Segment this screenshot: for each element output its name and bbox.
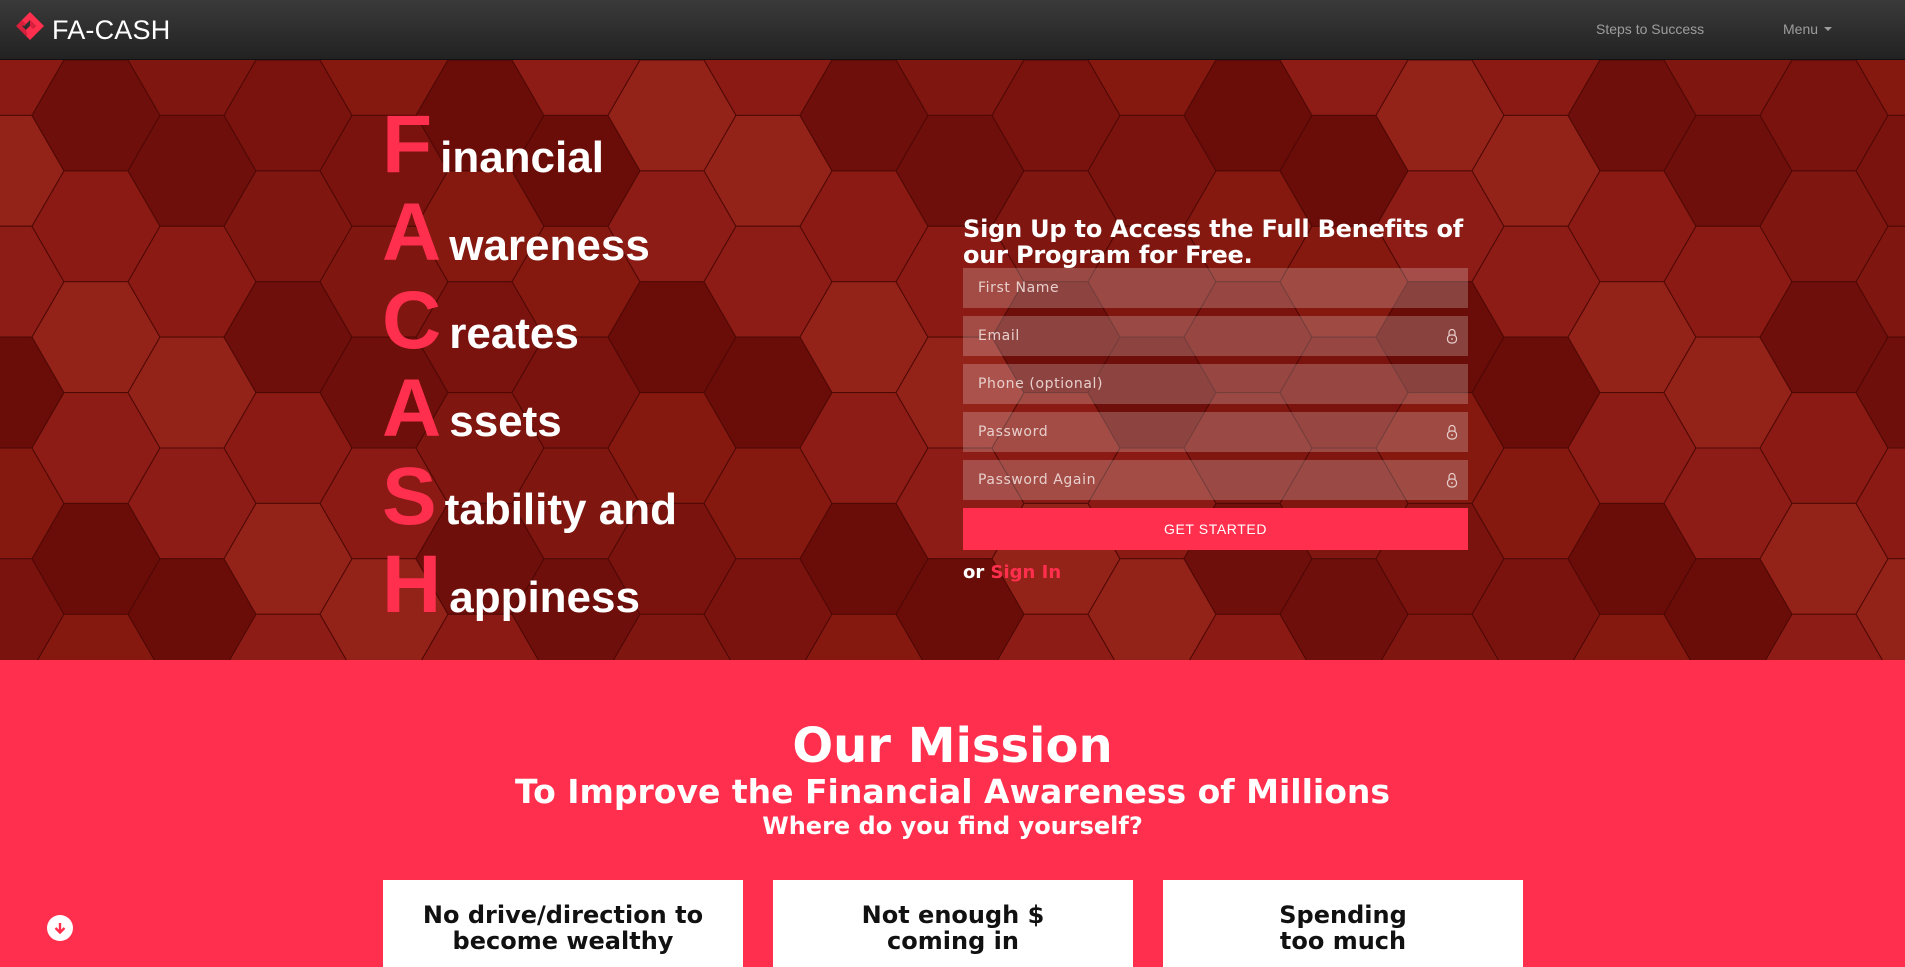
or-label: or — [963, 562, 985, 583]
signup-form: Sign Up to Access the Full Benefits of o… — [963, 216, 1468, 583]
mission-card[interactable]: Not enough $ coming in — [773, 880, 1133, 967]
lock-icon — [1446, 424, 1458, 440]
acrostic-word: inancial — [440, 133, 604, 182]
scroll-down-button[interactable] — [47, 915, 73, 941]
arrow-down-icon — [54, 923, 66, 935]
brand[interactable]: FA-CASH — [14, 10, 170, 50]
acrostic-row: F inancial — [382, 104, 604, 186]
acrostic-row: A ssets — [382, 368, 562, 450]
fa-cash-logo-icon — [16, 12, 44, 40]
password-again-placeholder: Password Again — [978, 472, 1097, 488]
acrostic-row: H appiness — [382, 544, 640, 626]
acrostic-row: C reates — [382, 280, 579, 362]
mission-card[interactable]: No drive/direction to become wealthy — [383, 880, 743, 967]
email-placeholder: Email — [978, 328, 1020, 344]
acrostic-word: tability and — [444, 485, 677, 534]
caret-down-icon — [1824, 27, 1833, 31]
mission-title: Our Mission — [792, 718, 1113, 774]
mission-subtitle: To Improve the Financial Awareness of Mi… — [514, 772, 1391, 811]
sign-in-link[interactable]: Sign In — [991, 562, 1062, 583]
acrostic-word: reates — [449, 309, 579, 358]
card-line: become wealthy — [452, 927, 674, 955]
acrostic-row: S tability and — [382, 456, 677, 538]
acrostic-letter: A — [382, 187, 442, 278]
nav-menu-label: Menu — [1783, 21, 1819, 37]
acrostic-word: wareness — [449, 221, 650, 270]
password-field[interactable]: Password — [963, 412, 1468, 452]
nav-menu-dropdown[interactable]: Menu — [1783, 21, 1833, 37]
first-name-placeholder: First Name — [978, 280, 1060, 296]
hexagon-background — [0, 60, 1905, 660]
signin-line: or Sign In — [963, 562, 1468, 583]
mission-section: Our Mission To Improve the Financial Awa… — [0, 660, 1905, 967]
acrostic-letter: H — [382, 539, 442, 630]
phone-field[interactable]: Phone (optional) — [963, 364, 1468, 404]
acrostic-word: ssets — [449, 397, 562, 446]
card-line: too much — [1279, 927, 1407, 955]
card-line: coming in — [887, 927, 1019, 955]
card-line: No drive/direction to — [422, 901, 704, 929]
get-started-button[interactable]: GET STARTED — [963, 508, 1468, 550]
email-field[interactable]: Email — [963, 316, 1468, 356]
phone-placeholder: Phone (optional) — [978, 376, 1104, 392]
acrostic-letter: S — [382, 451, 437, 542]
password-again-field[interactable]: Password Again — [963, 460, 1468, 500]
card-line: Not enough $ — [861, 901, 1045, 929]
acrostic-letter: C — [382, 275, 442, 366]
lock-icon — [1446, 328, 1458, 344]
signup-fields: First Name Email Phone (optional) Passwo… — [963, 268, 1468, 500]
first-name-field[interactable]: First Name — [963, 268, 1468, 308]
acrostic-letter: F — [382, 99, 433, 190]
hero-section: F inancial A wareness C reates A ssets S… — [0, 60, 1905, 660]
mission-question: Where do you find yourself? — [762, 812, 1143, 840]
lock-icon — [1446, 472, 1458, 488]
nav-steps-to-success[interactable]: Steps to Success — [1596, 21, 1704, 37]
acrostic-word: appiness — [449, 573, 640, 622]
password-placeholder: Password — [978, 424, 1049, 440]
card-line: Spending — [1279, 901, 1407, 929]
navbar: FA-CASH Steps to Success Menu — [0, 0, 1905, 60]
brand-name: FA-CASH — [52, 14, 171, 45]
signup-title: Sign Up to Access the Full Benefits of o… — [963, 215, 1464, 269]
acrostic-letter: A — [382, 363, 442, 454]
mission-card[interactable]: Spending too much — [1163, 880, 1523, 967]
acrostic-row: A wareness — [382, 192, 650, 274]
